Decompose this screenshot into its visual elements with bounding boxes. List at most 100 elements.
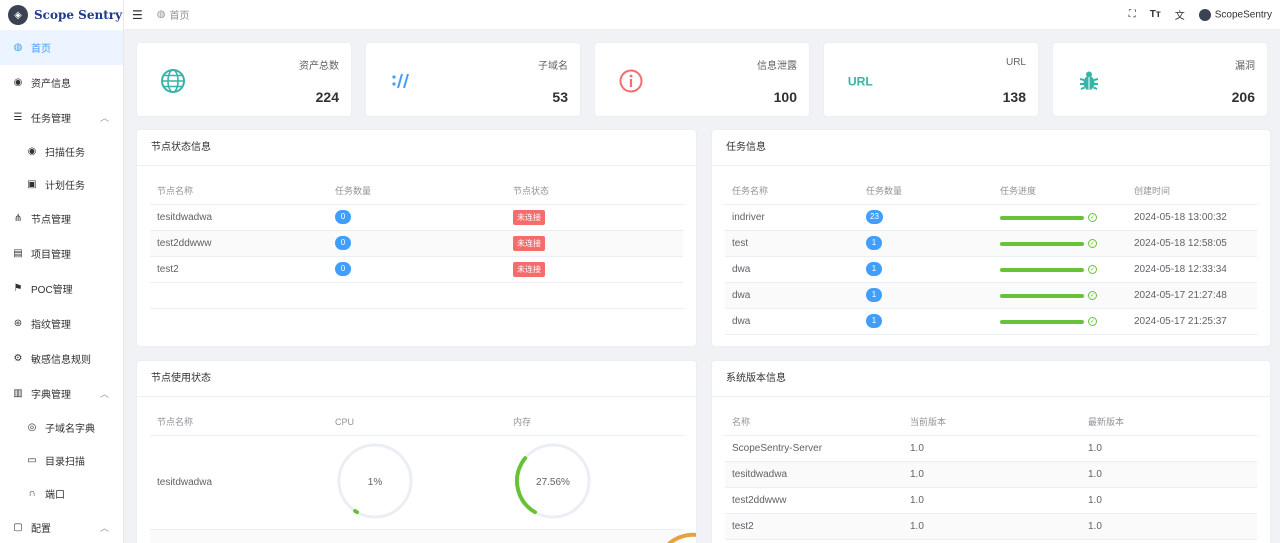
table-row[interactable]: dwa 1 ✓ 2024-05-17 21:25:37 <box>725 308 1257 335</box>
nodes-icon: ⋔ <box>13 213 23 224</box>
progress-cell: ✓ <box>993 204 1127 231</box>
stat-card[interactable]: URL URL 138 <box>823 42 1039 117</box>
table-row[interactable]: tesitdwadwa 1.0 1.0 <box>725 461 1257 488</box>
logo[interactable]: ◈ Scope Sentry <box>0 0 123 30</box>
task-count-badge: 1 <box>866 236 882 250</box>
font-size-icon[interactable]: Tт <box>1150 9 1161 20</box>
sidebar-item[interactable]: ▭ 目录扫描 <box>0 444 123 477</box>
table-row[interactable]: indriver 23 ✓ 2024-05-18 13:00:32 <box>725 204 1257 231</box>
stat-card[interactable]: 资产总数 224 <box>136 42 352 117</box>
sidebar-item[interactable]: ☰ 任务管理 ︿ <box>0 100 123 135</box>
home-icon: ◍ <box>156 9 166 20</box>
sidebar-item-label: 端口 <box>45 490 65 501</box>
node-status-table: 节点名称 任务数量 节点状态 tesitdwadwa 0 未连接 test2ddwww 0 未… <box>150 178 683 309</box>
link-icon <box>388 67 416 95</box>
node-usage-panel: 节点使用状态 节点名称 CPU 内存 tesitdwadwa 1% 27.56% <box>136 360 697 543</box>
task-name: indriver <box>725 204 859 231</box>
sidebar-item-label: POC管理 <box>31 285 73 296</box>
status-cell: 未连接 <box>506 256 683 283</box>
info-icon <box>617 67 645 95</box>
rule-icon: ⚙ <box>13 353 23 364</box>
column-header: 节点名称 <box>150 178 328 205</box>
progress-cell: ✓ <box>993 230 1127 257</box>
sidebar-item-label: 任务管理 <box>31 114 71 125</box>
panel-title: 节点状态信息 <box>137 130 696 166</box>
collapse-menu-icon[interactable]: ☰ <box>132 8 143 22</box>
stat-card[interactable]: 子域名 53 <box>365 42 581 117</box>
gauge-label: 27.56% <box>536 477 570 488</box>
stat-value: 138 <box>1002 89 1026 105</box>
latest-version: 1.0 <box>1081 435 1257 462</box>
task-name: dwa <box>725 256 859 283</box>
sidebar-item[interactable]: ⊛ 指纹管理 <box>0 306 123 341</box>
table-row[interactable]: ScopeSentry-Server 1.0 1.0 <box>725 435 1257 462</box>
sidebar-item[interactable]: ▣ 计划任务 <box>0 168 123 201</box>
translate-icon[interactable]: 文 <box>1175 7 1185 22</box>
sidebar-item[interactable]: ⚑ POC管理 <box>0 271 123 306</box>
task-count-cell: 0 <box>328 230 506 257</box>
column-header: 任务数量 <box>328 178 506 205</box>
task-count-badge: 1 <box>866 314 882 328</box>
task-count-cell: 1 <box>859 282 993 309</box>
table-row[interactable]: dwa 1 ✓ 2024-05-17 21:27:48 <box>725 282 1257 309</box>
progress-track <box>1000 267 1084 272</box>
current-version: 1.0 <box>903 461 1081 488</box>
created-time: 2024-05-18 12:58:05 <box>1127 230 1257 257</box>
node-usage-table: 节点名称 CPU 内存 tesitdwadwa 1% 27.56% <box>150 409 683 530</box>
user-menu[interactable]: ScopeSentry <box>1198 8 1272 21</box>
sidebar-item[interactable]: ◉ 扫描任务 <box>0 135 123 168</box>
sidebar-item[interactable]: ◎ 子域名字典 <box>0 411 123 444</box>
stat-card[interactable]: 漏洞 206 <box>1052 42 1268 117</box>
current-version: 1.0 <box>903 487 1081 514</box>
stat-card[interactable]: 信息泄露 100 <box>594 42 810 117</box>
status-badge: 未连接 <box>513 261 545 277</box>
sidebar-item[interactable]: ◉ 资产信息 <box>0 65 123 100</box>
sidebar-item-label: 首页 <box>31 44 51 55</box>
table-row[interactable]: tesitdwadwa 1% 27.56% <box>150 435 683 530</box>
progress-cell: ✓ <box>993 308 1127 335</box>
stat-value: 224 <box>315 89 339 105</box>
task-count-badge: 23 <box>866 210 883 224</box>
home-icon: ◍ <box>13 42 23 53</box>
task-count-badge: 1 <box>866 262 882 276</box>
panel-title: 节点使用状态 <box>137 361 696 397</box>
table-row[interactable]: test2 0 未连接 <box>150 256 683 283</box>
chevron-up-icon: ︿ <box>99 113 109 123</box>
sidebar-item[interactable]: ⋔ 节点管理 <box>0 201 123 236</box>
task-name: test <box>725 230 859 257</box>
table-row[interactable]: test2ddwww 0 未连接 <box>150 230 683 257</box>
task-count-badge: 1 <box>866 288 882 302</box>
column-header: 最新版本 <box>1081 409 1257 436</box>
status-cell: 未连接 <box>506 230 683 257</box>
check-circle-icon: ✓ <box>1088 317 1097 326</box>
sidebar-item[interactable]: ◍ 首页 <box>0 30 123 65</box>
fullscreen-icon[interactable]: ⛶ <box>1129 9 1136 20</box>
progress-bar: ✓ <box>1000 213 1097 222</box>
sidebar-item[interactable]: ▤ 项目管理 <box>0 236 123 271</box>
table-row[interactable]: test2 1.0 1.0 <box>725 513 1257 540</box>
sidebar-item[interactable]: ∩ 端口 <box>0 477 123 510</box>
sidebar-item-label: 敏感信息规则 <box>31 355 91 366</box>
sidebar-item[interactable]: ▥ 字典管理 ︿ <box>0 376 123 411</box>
check-circle-icon: ✓ <box>1088 265 1097 274</box>
list-icon: ☰ <box>13 112 23 123</box>
sidebar-item[interactable]: ▢ 配置 ︿ <box>0 510 123 543</box>
task-info-table: 任务名称 任务数量 任务进度 创建时间 indriver 23 ✓ 2024-05-18 1… <box>725 178 1257 335</box>
memory-cell: 27.56% <box>506 435 683 530</box>
table-row[interactable]: test2ddwww 1.0 1.0 <box>725 487 1257 514</box>
sidebar-item[interactable]: ⚙ 敏感信息规则 <box>0 341 123 376</box>
status-badge: 未连接 <box>513 235 545 251</box>
progress-cell: ✓ <box>993 282 1127 309</box>
table-row <box>150 529 696 543</box>
avatar <box>1198 8 1211 21</box>
table-row[interactable]: test 1 ✓ 2024-05-18 12:58:05 <box>725 230 1257 257</box>
sidebar-item-label: 指纹管理 <box>31 320 71 331</box>
sidebar-item-label: 扫描任务 <box>45 148 85 159</box>
breadcrumb-item[interactable]: 首页 <box>170 7 190 22</box>
topbar: ☰ ◍ 首页 ⛶ Tт 文 ScopeSentry <box>124 0 1280 30</box>
version-info-panel: 系统版本信息 名称 当前版本 最新版本 ScopeSentry-Server 1.0 1… <box>711 360 1271 543</box>
table-row[interactable]: dwa 1 ✓ 2024-05-18 12:33:34 <box>725 256 1257 283</box>
progress-track <box>1000 319 1084 324</box>
progress-fill <box>1000 215 1084 220</box>
table-row[interactable]: tesitdwadwa 0 未连接 <box>150 204 683 231</box>
